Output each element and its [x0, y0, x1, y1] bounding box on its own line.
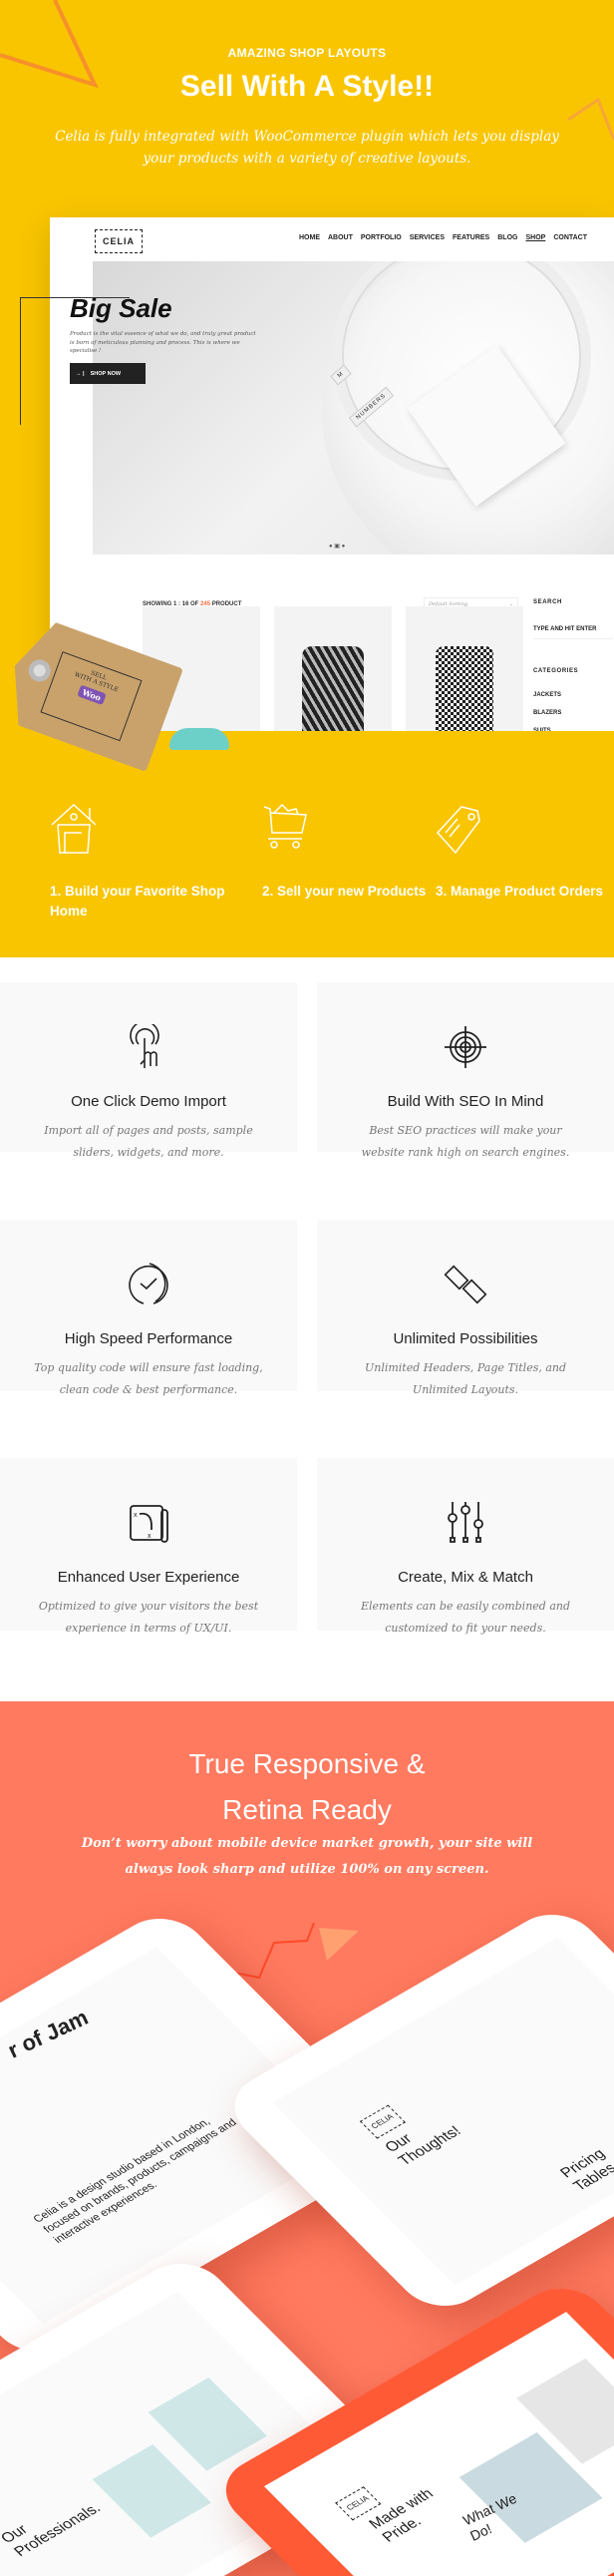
- categories-title: CATEGORIES: [533, 668, 579, 674]
- section-subtitle: Celia is fully integrated with WooCommer…: [55, 129, 559, 167]
- nav-home[interactable]: HOME: [299, 234, 320, 241]
- nav-blog[interactable]: BLOG: [497, 234, 517, 241]
- svg-text:x: x: [134, 1512, 138, 1519]
- arrow-right-icon: → |: [76, 370, 85, 377]
- nav-contact[interactable]: CONTACT: [553, 234, 587, 241]
- svg-text:x: x: [148, 1533, 152, 1540]
- section-kicker: AMAZING SHOP LAYOUTS: [227, 46, 387, 60]
- feature-card-speed: High Speed Performance Top quality code w…: [0, 1220, 297, 1396]
- shop-layouts-section: AMAZING SHOP LAYOUTS Sell With A Style!!…: [0, 0, 614, 957]
- shirt-image: [436, 646, 493, 736]
- responsive-section: True Responsive & Retina Ready Don’t worr…: [0, 1701, 614, 2576]
- step-sell-products: 2. Sell your new Products: [262, 803, 452, 902]
- hero-description: Product is the vital essence of what we …: [70, 331, 256, 354]
- decorative-zigzag: [223, 1923, 359, 1980]
- cart-icon: [263, 803, 307, 849]
- nav-services[interactable]: SERVICES: [410, 234, 445, 241]
- shop-now-button[interactable]: → | SHOP NOW: [70, 363, 146, 384]
- speed-clock-icon: [129, 1263, 168, 1304]
- category-blazers[interactable]: BLAZERS: [533, 710, 613, 716]
- feature-card-demo-import: One Click Demo Import Import all of pages…: [0, 982, 297, 1159]
- responsive-subtitle: Don’t worry about mobile device market g…: [81, 1836, 533, 1877]
- responsive-title: True Responsive & Retina Ready: [188, 1748, 426, 1825]
- feature-card-seo: Build With SEO In Mind Best SEO practices…: [317, 982, 614, 1159]
- hero-title: Big Sale: [70, 293, 172, 323]
- feature-card-ux: xx Enhanced User Experience Optimized to …: [0, 1458, 297, 1635]
- bucket-hat-image: [169, 728, 229, 750]
- map-icon: xx: [130, 1505, 168, 1543]
- house-icon: [51, 803, 97, 854]
- feature-card-mix-match: Create, Mix & Match Elements can be easil…: [317, 1458, 614, 1635]
- category-jackets[interactable]: JACKETS: [533, 692, 613, 698]
- nav-features[interactable]: FEATURES: [453, 234, 489, 241]
- step-manage-orders: 3. Manage Product Orders: [436, 803, 614, 902]
- target-icon: [445, 1026, 486, 1068]
- link-chain-icon: [444, 1265, 487, 1304]
- nav-shop[interactable]: SHOP: [525, 234, 545, 241]
- slider-dots[interactable]: ● ▣ ●: [329, 543, 345, 550]
- nav-about[interactable]: ABOUT: [328, 234, 353, 241]
- tap-hand-icon: [130, 1020, 159, 1068]
- product-card[interactable]: [406, 606, 523, 736]
- price-tag-icon: [436, 806, 480, 855]
- section-title: Sell With A Style!!: [179, 70, 435, 103]
- step-build-shop: 1. Build your Favorite Shop Home: [50, 803, 239, 921]
- feature-card-possibilities: Unlimited Possibilities Unlimited Headers…: [317, 1220, 614, 1396]
- search-input[interactable]: TYPE AND HIT ENTER: [533, 626, 613, 639]
- nav-portfolio[interactable]: PORTFOLIO: [361, 234, 402, 241]
- search-widget-title: SEARCH: [533, 599, 562, 605]
- sliders-icon: [448, 1502, 483, 1543]
- product-card[interactable]: [274, 606, 392, 736]
- sweater-image: [302, 646, 364, 736]
- main-nav: HOME ABOUT PORTFOLIO SERVICES FEATURES B…: [299, 234, 587, 241]
- logo[interactable]: CELIA: [95, 229, 143, 253]
